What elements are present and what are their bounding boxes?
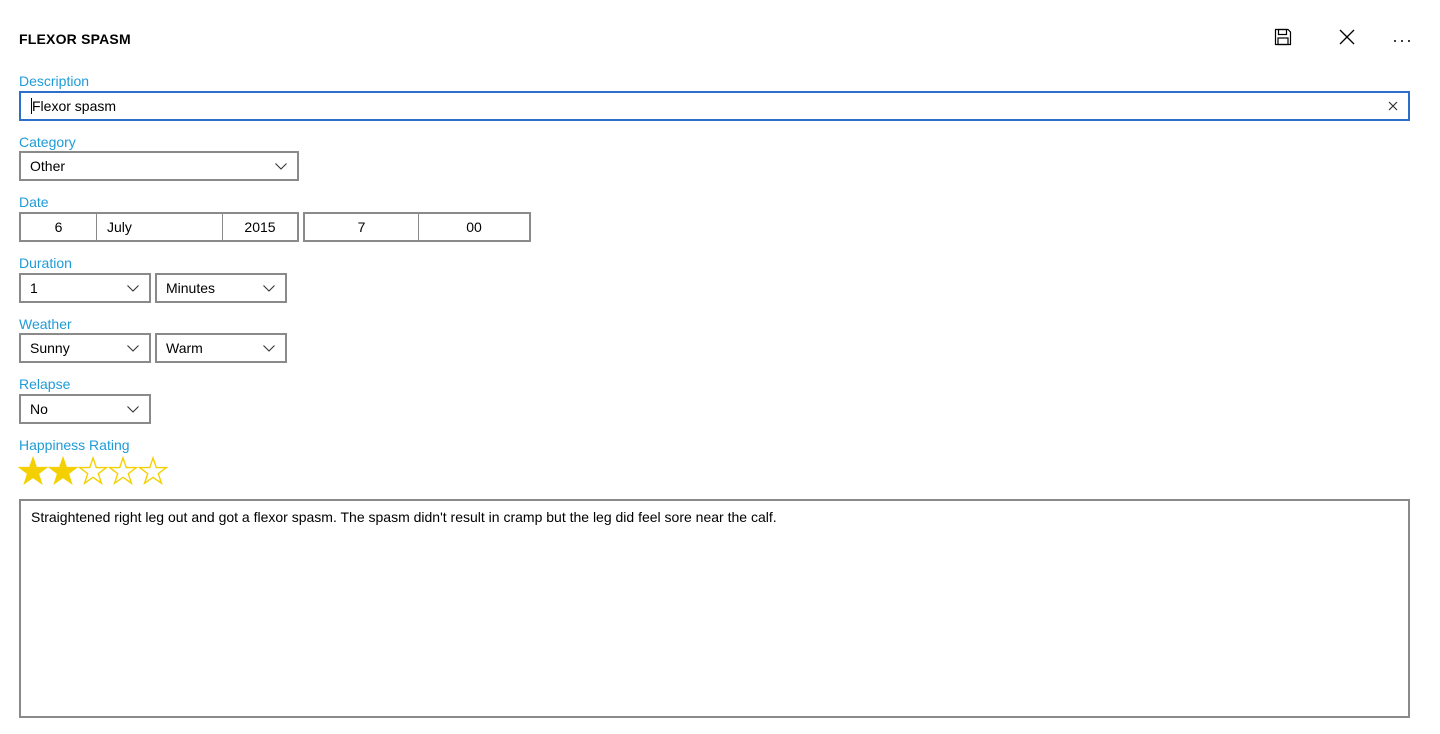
star-filled-icon[interactable] [17, 455, 49, 487]
date-label: Date [19, 194, 49, 210]
time-hour[interactable]: 7 [305, 214, 418, 240]
description-label: Description [19, 73, 90, 89]
category-dropdown[interactable]: Other [19, 151, 299, 181]
weather-temperature-value: Warm [166, 340, 203, 356]
star-rating[interactable] [17, 455, 169, 487]
page-title: FLEXOR SPASM [19, 31, 131, 47]
duration-amount-dropdown[interactable]: 1 [19, 273, 151, 303]
star-filled-icon[interactable] [47, 455, 79, 487]
weather-temperature-dropdown[interactable]: Warm [155, 333, 287, 363]
date-picker[interactable]: 6 July 2015 [19, 212, 299, 242]
weather-condition-value: Sunny [30, 340, 70, 356]
happiness-rating-label: Happiness Rating [19, 437, 130, 453]
close-button[interactable] [1332, 24, 1362, 54]
relapse-value: No [30, 401, 48, 417]
notes-textarea[interactable]: Straightened right leg out and got a fle… [19, 499, 1410, 718]
chevron-down-icon [121, 275, 145, 301]
save-icon [1274, 28, 1292, 51]
close-icon [1339, 29, 1355, 50]
star-empty-icon[interactable] [77, 455, 109, 487]
description-input[interactable]: Flexor spasm [19, 91, 1410, 121]
chevron-down-icon [257, 335, 281, 361]
clear-icon [1388, 98, 1398, 114]
chevron-down-icon [121, 335, 145, 361]
relapse-label: Relapse [19, 376, 71, 392]
weather-condition-dropdown[interactable]: Sunny [19, 333, 151, 363]
chevron-down-icon [269, 153, 293, 179]
time-picker[interactable]: 7 00 [303, 212, 531, 242]
duration-unit-value: Minutes [166, 280, 216, 296]
save-button[interactable] [1268, 24, 1298, 54]
chevron-down-icon [121, 396, 145, 422]
category-label: Category [19, 134, 76, 150]
duration-amount-value: 1 [30, 280, 38, 296]
star-empty-icon[interactable] [107, 455, 139, 487]
description-value: Flexor spasm [32, 98, 117, 114]
star-empty-icon[interactable] [137, 455, 169, 487]
date-year[interactable]: 2015 [223, 214, 297, 240]
more-icon [1393, 30, 1411, 48]
more-button[interactable] [1387, 24, 1417, 54]
date-day[interactable]: 6 [21, 214, 96, 240]
duration-label: Duration [19, 255, 72, 271]
category-value: Other [30, 158, 66, 174]
date-month[interactable]: July [97, 214, 222, 240]
weather-label: Weather [19, 316, 72, 332]
clear-button[interactable] [1380, 93, 1406, 119]
chevron-down-icon [257, 275, 281, 301]
relapse-dropdown[interactable]: No [19, 394, 151, 424]
duration-unit-dropdown[interactable]: Minutes [155, 273, 287, 303]
time-minute[interactable]: 00 [419, 214, 529, 240]
